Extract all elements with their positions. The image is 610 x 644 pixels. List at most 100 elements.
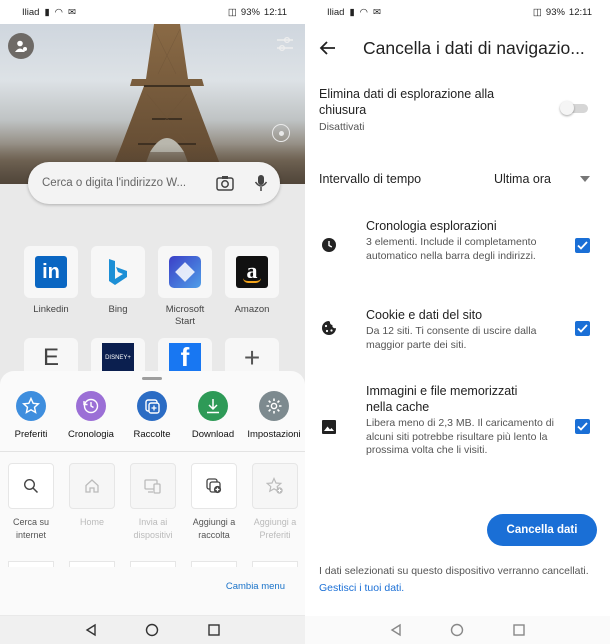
add-collection-icon: [206, 478, 222, 494]
edge-home-screen: Iliad ▮ ◠ ✉ ◫ 93% 12:11 Cerca o digita l…: [0, 0, 305, 644]
tile-microsoft-start[interactable]: Microsoft Start: [158, 246, 212, 328]
time-range-value: Ultima ora: [494, 172, 551, 186]
wifi-icon: ◠: [359, 6, 368, 18]
search-icon: [23, 478, 39, 494]
cache-checkbox[interactable]: [575, 419, 590, 434]
add-favorite-icon: [266, 477, 283, 494]
cache-item-title: Immagini e file memorizzati nella cache: [366, 384, 518, 414]
sheet-drag-handle[interactable]: [142, 377, 162, 380]
home-nav-icon[interactable]: [145, 623, 159, 637]
tile-bing[interactable]: Bing: [91, 246, 145, 316]
status-bar: Iliad ▮ ◠ ✉ ◫ 93% 12:11: [0, 0, 305, 24]
footer-note: I dati selezionati su questo dispositivo…: [319, 563, 599, 597]
notification-icon: ✉: [67, 6, 76, 18]
tile-label: Bing: [108, 304, 128, 315]
time-range-label: Intervallo di tempo: [319, 172, 422, 186]
settings-button[interactable]: Impostazioni: [239, 391, 305, 440]
action-home[interactable]: Home: [69, 463, 115, 529]
tile-label: Microsoft Start: [165, 304, 205, 327]
back-nav-icon[interactable]: [84, 623, 98, 637]
notification-icon: ✉: [372, 6, 381, 18]
manage-data-link[interactable]: Gestisci i tuoi dati.: [319, 582, 404, 594]
camera-icon[interactable]: [216, 175, 234, 191]
download-button[interactable]: Download: [178, 391, 248, 440]
sheet-divider: [0, 451, 305, 452]
history-item-desc: 3 elementi. Include il completamento aut…: [366, 236, 537, 262]
time-label: 12:11: [263, 6, 287, 18]
battery-label: 93%: [240, 6, 260, 18]
back-nav-icon[interactable]: [389, 623, 403, 637]
time-range-dropdown[interactable]: Ultima ora: [494, 169, 590, 189]
app-bar: Cancella i dati di navigazio...: [305, 24, 610, 72]
back-arrow-icon[interactable]: [319, 40, 337, 56]
vibrate-icon: ◫: [532, 6, 542, 18]
bing-logo: [109, 259, 127, 285]
tile-linkedin[interactable]: in Linkedin: [24, 246, 78, 316]
carrier-label: Iliad: [327, 6, 345, 18]
search-input[interactable]: Cerca o digita l'indirizzo W...: [42, 177, 216, 189]
action-row-partial: [8, 561, 54, 567]
quick-label: Raccolte: [133, 429, 171, 440]
action-label: Preferiti: [259, 530, 291, 540]
history-item-title: Cronologia esplorazioni: [366, 219, 497, 233]
cookie-icon: [322, 321, 336, 335]
history-icon: [83, 398, 99, 414]
quick-label: Download: [191, 429, 235, 440]
action-row-partial: [191, 561, 237, 567]
bottom-menu-sheet: Preferiti Cronologia Raccolte Download I…: [0, 371, 305, 615]
disney-plus-logo: DISNEY+: [102, 343, 134, 373]
action-row-partial: [69, 561, 115, 567]
clear-data-button[interactable]: Cancella dati: [487, 514, 597, 546]
action-label: Home: [79, 517, 104, 527]
facebook-logo: f: [169, 342, 201, 373]
linkedin-logo: in: [35, 256, 67, 288]
battery-label: 93%: [545, 6, 565, 18]
action-label: raccolta: [198, 530, 230, 540]
recents-nav-icon[interactable]: [512, 623, 526, 637]
system-nav-bar: [0, 616, 305, 644]
quick-label: Cronologia: [68, 429, 114, 440]
wifi-icon: ◠: [54, 6, 63, 18]
delete-on-close-label: Elimina dati di esplorazione alla chiusu…: [319, 87, 495, 117]
vibrate-icon: ◫: [227, 6, 237, 18]
action-label: Invia ai: [138, 517, 168, 527]
action-row-partial: [130, 561, 176, 567]
tile-amazon[interactable]: a Amazon: [225, 246, 279, 316]
action-search-web[interactable]: Cerca su internet: [8, 463, 54, 542]
footer-text: I dati selezionati su questo dispositivo…: [319, 565, 589, 577]
profile-button[interactable]: [8, 33, 34, 59]
image-info-button[interactable]: [272, 124, 290, 142]
search-bar[interactable]: Cerca o digita l'indirizzo W...: [28, 162, 280, 204]
checkmark-icon: [577, 241, 588, 250]
background-photo: [0, 24, 305, 184]
action-add-favorites[interactable]: Aggiungi a Preferiti: [252, 463, 298, 542]
carrier-label: Iliad: [22, 6, 40, 18]
microsoft-start-logo: [169, 256, 201, 288]
home-nav-icon[interactable]: [450, 623, 464, 637]
action-send-devices[interactable]: Invia ai dispositivi: [130, 463, 176, 542]
checkmark-icon: [577, 324, 588, 333]
cookies-checkbox[interactable]: [575, 321, 590, 336]
microphone-icon[interactable]: [254, 174, 268, 192]
action-label: Aggiungi a: [192, 517, 236, 527]
page-settings-button[interactable]: [276, 36, 294, 57]
chevron-down-icon: [580, 176, 590, 182]
image-icon: [322, 420, 336, 434]
clock-icon: [322, 238, 336, 252]
recents-nav-icon[interactable]: [207, 623, 221, 637]
cache-item-desc: Libera meno di 2,3 MB. Il caricamento di…: [366, 417, 554, 456]
history-checkbox[interactable]: [575, 238, 590, 253]
action-label: Aggiungi a: [253, 517, 297, 527]
page-title: Cancella i dati di navigazio...: [363, 37, 585, 58]
send-device-icon: [144, 479, 161, 494]
action-label: Cerca su: [12, 517, 49, 527]
amazon-logo: a: [236, 256, 268, 288]
history-button[interactable]: Cronologia: [56, 391, 126, 440]
collections-button[interactable]: Raccolte: [117, 391, 187, 440]
change-menu-link[interactable]: Cambia menu: [226, 581, 285, 592]
star-icon: [22, 397, 40, 414]
delete-on-close-toggle[interactable]: [560, 101, 588, 115]
action-add-collection[interactable]: Aggiungi a raccolta: [191, 463, 237, 542]
action-label: internet: [15, 530, 47, 540]
quick-label: Impostazioni: [247, 429, 301, 440]
